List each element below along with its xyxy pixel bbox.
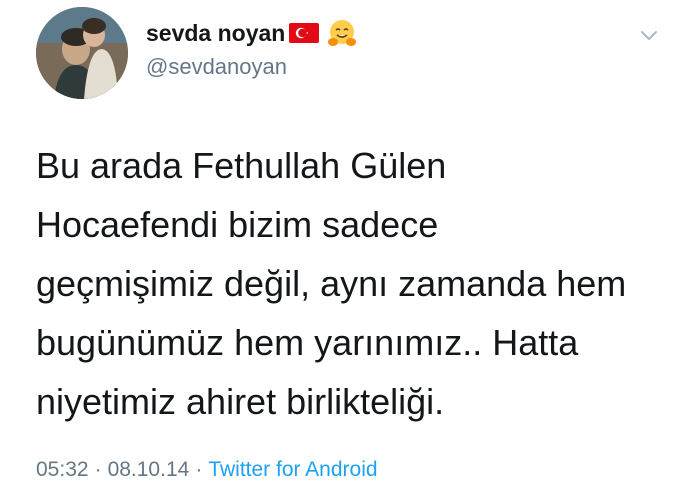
tweet-line: Bu arada Fethullah Gülen <box>36 145 447 186</box>
tweet-line: bugünümüz hem yarınımız.. Hatta <box>36 322 579 363</box>
meta-separator: · <box>195 458 203 481</box>
user-handle[interactable]: @sevdanoyan <box>146 54 287 80</box>
tweet-date[interactable]: 08.10.14 <box>108 458 190 481</box>
meta-separator: · <box>94 458 102 481</box>
display-name-row: sevda noyan <box>146 18 357 48</box>
tweet-line: niyetimiz ahiret birlikteliği. <box>36 381 445 422</box>
display-name[interactable]: sevda noyan <box>146 20 285 47</box>
tweet-text: Bu arada Fethullah Gülen Hocaefendi bizi… <box>36 136 656 431</box>
tweet-meta: 05:32 · 08.10.14 · Twitter for Android <box>36 458 378 482</box>
chevron-down-icon[interactable] <box>638 24 660 46</box>
avatar-photo <box>36 7 128 99</box>
avatar[interactable] <box>36 7 128 99</box>
tweet-time[interactable]: 05:32 <box>36 458 89 481</box>
hugging-face-icon <box>327 18 357 48</box>
turkey-flag-icon <box>289 23 320 43</box>
tweet-line: Hocaefendi bizim sadece <box>36 204 439 245</box>
tweet-source-link[interactable]: Twitter for Android <box>208 458 377 481</box>
tweet-line: geçmişimiz değil, aynı zamanda hem <box>36 263 627 304</box>
tweet-card: sevda noyan @sevdanoyan Bu arada Fethull… <box>0 0 680 494</box>
